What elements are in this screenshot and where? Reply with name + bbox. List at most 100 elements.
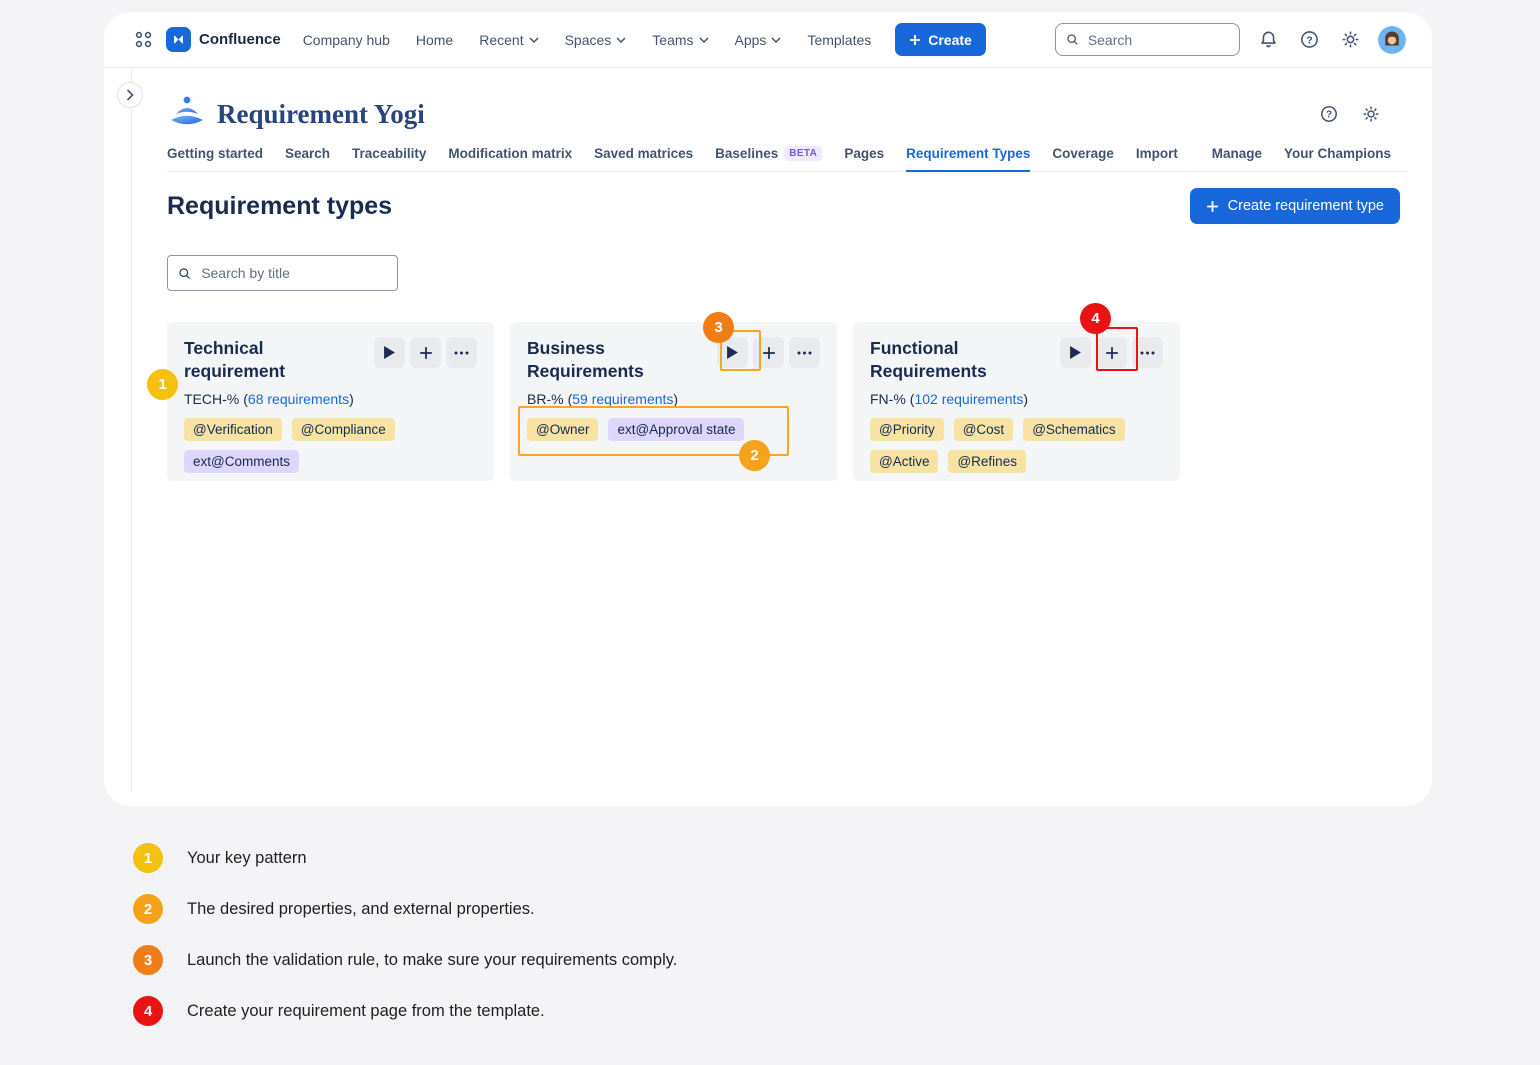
legend-item-1: 1 Your key pattern — [133, 843, 677, 873]
tab-your-champions[interactable]: Your Champions — [1284, 146, 1391, 172]
nav-recent[interactable]: Recent — [479, 32, 538, 48]
app-help-icon[interactable]: ? — [1316, 101, 1342, 127]
plus-icon — [419, 346, 433, 360]
requirements-count-link[interactable]: 102 requirements — [914, 391, 1023, 407]
page-title: Requirement types — [167, 192, 392, 221]
play-icon — [727, 346, 738, 359]
legend-badge-3: 3 — [133, 945, 163, 975]
svg-text:?: ? — [1326, 110, 1332, 121]
confluence-home-link[interactable]: Confluence — [166, 27, 281, 52]
key-pattern: FN-%102 requirements — [870, 391, 1163, 407]
top-navigation: Confluence Company hub Home Recent Space… — [104, 12, 1432, 68]
app-switcher-icon[interactable] — [130, 27, 156, 53]
create-page-button[interactable] — [410, 337, 441, 368]
annotation-badge-1: 1 — [147, 369, 178, 400]
nav-teams[interactable]: Teams — [652, 32, 708, 48]
notifications-bell-icon[interactable] — [1255, 27, 1281, 53]
app-settings-gear-icon[interactable] — [1358, 101, 1384, 127]
annotation-badge-4: 4 — [1080, 303, 1111, 334]
nav-templates[interactable]: Templates — [807, 32, 871, 48]
more-actions-button[interactable] — [789, 337, 820, 368]
property-tag: ext@Approval state — [608, 418, 744, 441]
tab-requirement-types[interactable]: Requirement Types — [906, 146, 1030, 172]
legend-text-4: Create your requirement page from the te… — [187, 1002, 545, 1021]
plus-icon — [1105, 346, 1119, 360]
run-validation-button[interactable] — [1060, 337, 1091, 368]
confluence-window: Confluence Company hub Home Recent Space… — [104, 12, 1432, 806]
app-title: Requirement Yogi — [217, 99, 425, 130]
create-page-button[interactable] — [1096, 337, 1127, 368]
property-tag: @Priority — [870, 418, 944, 441]
annotation-badge-2: 2 — [739, 440, 770, 471]
tab-coverage[interactable]: Coverage — [1052, 146, 1114, 172]
requirements-count-link[interactable]: 68 requirements — [248, 391, 349, 407]
requirements-count-link[interactable]: 59 requirements — [572, 391, 673, 407]
legend-item-4: 4 Create your requirement page from the … — [133, 996, 677, 1026]
chevron-down-icon — [616, 37, 626, 43]
search-icon — [1066, 32, 1079, 47]
nav-home[interactable]: Home — [416, 32, 453, 48]
page-background: Confluence Company hub Home Recent Space… — [0, 0, 1540, 1065]
property-tag: @Active — [870, 450, 938, 473]
svg-text:?: ? — [1306, 34, 1312, 46]
tab-traceability[interactable]: Traceability — [352, 146, 426, 172]
nav-apps[interactable]: Apps — [735, 32, 782, 48]
help-icon[interactable]: ? — [1296, 27, 1322, 53]
plus-icon — [762, 346, 776, 360]
play-icon — [384, 346, 395, 359]
ellipsis-icon — [454, 351, 469, 355]
ellipsis-icon — [797, 351, 812, 355]
requirement-yogi-header: Requirement Yogi ? — [167, 94, 1408, 134]
create-requirement-type-button[interactable]: Create requirement type — [1190, 188, 1400, 224]
tab-saved-matrices[interactable]: Saved matrices — [594, 146, 693, 172]
property-tags: @Verification @Compliance ext@Comments — [184, 418, 477, 473]
legend-item-3: 3 Launch the validation rule, to make su… — [133, 945, 677, 975]
tab-baselines[interactable]: Baselines BETA — [715, 146, 822, 172]
tab-search[interactable]: Search — [285, 146, 330, 172]
global-search-input[interactable] — [1086, 31, 1229, 49]
run-validation-button[interactable] — [374, 337, 405, 368]
nav-spaces[interactable]: Spaces — [565, 32, 627, 48]
settings-gear-icon[interactable] — [1337, 27, 1363, 53]
plus-icon — [909, 34, 921, 46]
legend-text-2: The desired properties, and external pro… — [187, 900, 535, 919]
primary-nav: Company hub Home Recent Spaces Teams App… — [303, 32, 872, 48]
tab-import[interactable]: Import — [1136, 146, 1178, 172]
filter-search[interactable] — [167, 255, 398, 291]
filter-search-input[interactable] — [199, 264, 387, 282]
tab-manage[interactable]: Manage — [1212, 146, 1262, 172]
expand-sidebar-button[interactable] — [117, 82, 143, 108]
sidebar-divider — [131, 68, 132, 792]
property-tags: @Priority @Cost @Schematics @Active @Ref… — [870, 418, 1163, 473]
more-actions-button[interactable] — [1132, 337, 1163, 368]
tab-pages[interactable]: Pages — [844, 146, 884, 172]
more-actions-button[interactable] — [446, 337, 477, 368]
card-technical-requirement: Technical requirement TECH-%68 requireme… — [167, 322, 494, 481]
property-tag: @Verification — [184, 418, 282, 441]
legend-text-3: Launch the validation rule, to make sure… — [187, 951, 677, 970]
chevron-down-icon — [529, 37, 539, 43]
create-page-button[interactable] — [753, 337, 784, 368]
card-title: Functional Requirements — [870, 337, 1038, 383]
ellipsis-icon — [1140, 351, 1155, 355]
chevron-right-icon — [126, 89, 134, 101]
property-tags: @Owner ext@Approval state — [527, 418, 820, 441]
property-tag: @Owner — [527, 418, 598, 441]
key-pattern: TECH-%68 requirements — [184, 391, 477, 407]
chevron-down-icon — [699, 37, 709, 43]
requirement-type-cards: Technical requirement TECH-%68 requireme… — [167, 322, 1408, 481]
tab-getting-started[interactable]: Getting started — [167, 146, 263, 172]
tab-modification-matrix[interactable]: Modification matrix — [448, 146, 572, 172]
app-tab-bar: Getting started Search Traceability Modi… — [167, 146, 1408, 172]
global-create-button[interactable]: Create — [895, 23, 986, 56]
card-functional-requirements: Functional Requirements FN-%102 requirem… — [853, 322, 1180, 481]
legend-badge-4: 4 — [133, 996, 163, 1026]
global-search[interactable] — [1055, 23, 1240, 56]
card-title: Technical requirement — [184, 337, 352, 383]
card-title: Business Requirements — [527, 337, 695, 383]
user-avatar[interactable] — [1378, 26, 1406, 54]
property-tag: @Refines — [948, 450, 1025, 473]
property-tag: @Cost — [954, 418, 1013, 441]
nav-company-hub[interactable]: Company hub — [303, 32, 390, 48]
plus-icon — [1206, 200, 1219, 213]
